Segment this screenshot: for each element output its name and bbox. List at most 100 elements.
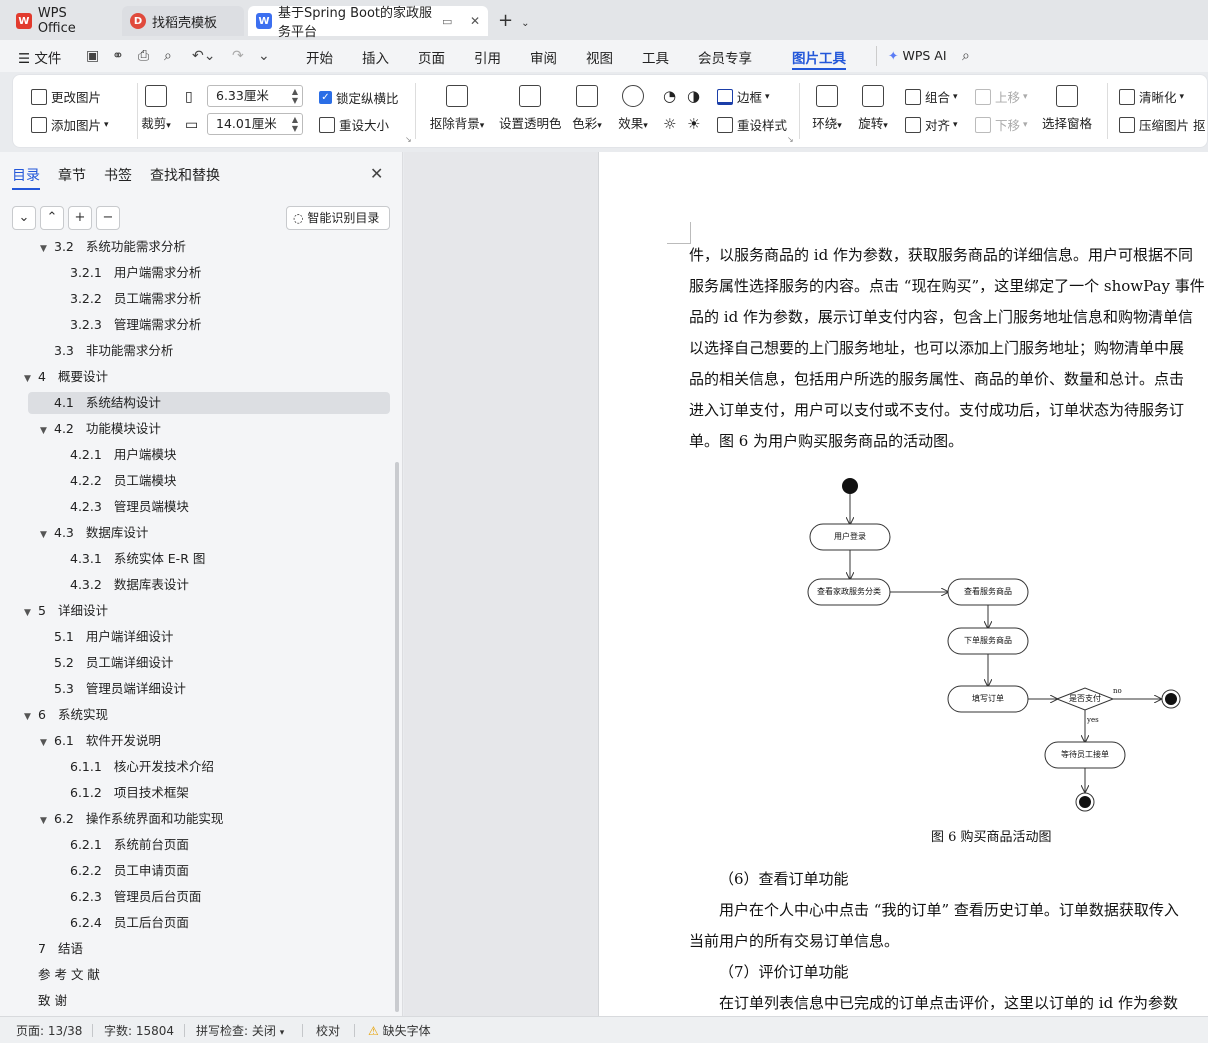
more-chevron-icon[interactable]: ⌄: [258, 48, 270, 64]
toc-item[interactable]: 4.2.1 用户端模块: [70, 444, 176, 466]
menu-picture-tools[interactable]: 图片工具: [792, 47, 846, 67]
expand-triangle-icon[interactable]: ▼: [40, 810, 54, 832]
toc-item[interactable]: 7 结语: [38, 938, 83, 960]
toc-item[interactable]: 5.2 员工端详细设计: [54, 652, 173, 674]
toc-item[interactable]: ▼ 6.1 软件开发说明: [40, 730, 161, 752]
wrap-button[interactable]: 环绕▾: [809, 85, 845, 132]
wps-ai-button[interactable]: ✦ WPS AI: [888, 48, 947, 63]
close-tab-icon[interactable]: ✕: [470, 14, 480, 28]
menu-member[interactable]: 会员专享: [698, 47, 752, 67]
toc-item[interactable]: 4.3.2 数据库表设计: [70, 574, 189, 596]
word-count[interactable]: 字数: 15804: [104, 1022, 174, 1039]
brightness-increase-icon[interactable]: ◔: [663, 87, 676, 105]
toc-item[interactable]: 3.2.2 员工端需求分析: [70, 288, 201, 310]
search-icon[interactable]: ⌕: [962, 48, 970, 64]
toc-item[interactable]: 5.3 管理员端详细设计: [54, 678, 186, 700]
move-up-button[interactable]: 上移 ▾: [975, 87, 1028, 106]
cutout-button[interactable]: 抠: [1193, 115, 1206, 134]
set-transparent-button[interactable]: 设置透明色: [499, 85, 562, 132]
spell-check-toggle[interactable]: 拼写检查: 关闭 ▾: [196, 1022, 284, 1039]
toc-item[interactable]: ▼ 4.2 功能模块设计: [40, 418, 161, 440]
toc-item[interactable]: 3.3 非功能需求分析: [54, 340, 173, 362]
activity-diagram[interactable]: [599, 152, 1208, 852]
selection-pane-button[interactable]: 选择窗格: [1041, 85, 1093, 132]
menu-insert[interactable]: 插入: [362, 47, 389, 67]
tab-wps-office[interactable]: W WPS Office: [8, 6, 116, 36]
toc-item[interactable]: 3.2.3 管理端需求分析: [70, 314, 201, 336]
toc-item[interactable]: ▼ 3.2 系统功能需求分析: [40, 238, 186, 258]
brightness-decrease-icon[interactable]: ◑: [687, 87, 700, 105]
change-picture-button[interactable]: 更改图片: [31, 87, 101, 106]
toc-item[interactable]: 5.1 用户端详细设计: [54, 626, 173, 648]
share-icon[interactable]: ⚭: [112, 48, 124, 64]
tab-find-replace[interactable]: 查找和替换: [150, 165, 220, 185]
toc-item[interactable]: 4.1 系统结构设计: [54, 392, 161, 414]
close-pane-icon[interactable]: ✕: [370, 164, 383, 183]
redo-icon[interactable]: ↷: [232, 48, 244, 64]
add-heading-button[interactable]: +: [68, 206, 92, 230]
color-button[interactable]: 色彩▾: [569, 85, 605, 132]
toc-item[interactable]: ▼ 6 系统实现: [24, 704, 108, 726]
toc-item[interactable]: 6.2.3 管理员后台页面: [70, 886, 201, 908]
file-menu[interactable]: ☰ 文件: [18, 47, 61, 67]
new-tab-button[interactable]: + ⌄: [498, 10, 529, 31]
toc-scrollbar[interactable]: [395, 462, 399, 1012]
missing-font-button[interactable]: ⚠ 缺失字体: [368, 1022, 431, 1039]
tab-chapters[interactable]: 章节: [58, 165, 86, 185]
expand-triangle-icon[interactable]: ▼: [40, 238, 54, 260]
reset-style-button[interactable]: 重设样式: [717, 115, 787, 134]
move-down-button[interactable]: 下移 ▾: [975, 115, 1028, 134]
reset-size-button[interactable]: 重设大小: [319, 115, 389, 134]
page-indicator[interactable]: 页面: 13/38: [16, 1022, 82, 1039]
toc-item[interactable]: 6.1.1 核心开发技术介绍: [70, 756, 214, 778]
toc-item[interactable]: 6.2.4 员工后台页面: [70, 912, 189, 934]
effect-button[interactable]: 效果▾: [615, 85, 651, 132]
tab-toc[interactable]: 目录: [12, 165, 40, 185]
collapse-button[interactable]: ⌄: [12, 206, 36, 230]
toc-item[interactable]: 6.2.1 系统前台页面: [70, 834, 189, 856]
remove-heading-button[interactable]: −: [96, 206, 120, 230]
menu-view[interactable]: 视图: [586, 47, 613, 67]
remove-background-button[interactable]: 抠除背景▾: [427, 85, 487, 132]
lock-ratio-checkbox[interactable]: ✓ 锁定纵横比: [319, 88, 399, 107]
clarify-button[interactable]: 清晰化 ▾: [1119, 87, 1184, 106]
expand-button[interactable]: ⌃: [40, 206, 64, 230]
toc-item[interactable]: 3.2.1 用户端需求分析: [70, 262, 201, 284]
crop-button[interactable]: 裁剪▾: [139, 85, 173, 132]
toc-item[interactable]: 6.2.2 员工申请页面: [70, 860, 189, 882]
contrast-decrease-icon[interactable]: ☀: [687, 115, 700, 133]
toc-item[interactable]: 致 谢: [38, 990, 67, 1012]
group-button[interactable]: 组合 ▾: [905, 87, 958, 106]
proofread-button[interactable]: 校对: [316, 1022, 340, 1039]
expand-triangle-icon[interactable]: ▼: [40, 420, 54, 442]
tab-document[interactable]: W 基于Spring Boot的家政服务平台 ▭ ✕: [248, 6, 488, 40]
toc-item[interactable]: ▼ 4.3 数据库设计: [40, 522, 148, 544]
menu-page[interactable]: 页面: [418, 47, 445, 67]
toc-item[interactable]: 4.2.2 员工端模块: [70, 470, 176, 492]
toc-item[interactable]: 参 考 文 献: [38, 964, 100, 986]
expand-triangle-icon[interactable]: ▼: [24, 602, 38, 624]
toc-item[interactable]: 4.3.1 系统实体 E-R 图: [70, 548, 205, 570]
toc-item[interactable]: ▼ 6.2 操作系统界面和功能实现: [40, 808, 223, 830]
expand-corner-icon[interactable]: ↘: [405, 135, 412, 144]
expand-corner-icon[interactable]: ↘: [787, 135, 794, 144]
menu-reference[interactable]: 引用: [474, 47, 501, 67]
expand-triangle-icon[interactable]: ▼: [24, 368, 38, 390]
compress-button[interactable]: 压缩图片: [1119, 115, 1189, 134]
contrast-increase-icon[interactable]: ☼: [663, 115, 676, 133]
toc-item[interactable]: 4.2.3 管理员端模块: [70, 496, 189, 518]
width-input[interactable]: 6.33厘米 ▲ ▼: [207, 85, 303, 107]
expand-triangle-icon[interactable]: ▼: [40, 732, 54, 754]
toc-item[interactable]: 6.1.2 项目技术框架: [70, 782, 189, 804]
print-icon[interactable]: ⎙: [138, 48, 149, 64]
expand-triangle-icon[interactable]: ▼: [40, 524, 54, 546]
align-button[interactable]: 对齐 ▾: [905, 115, 958, 134]
rotate-button[interactable]: 旋转▾: [855, 85, 891, 132]
tab-docer[interactable]: D 找稻壳模板: [122, 6, 244, 36]
menu-start[interactable]: 开始: [306, 47, 333, 67]
print-preview-icon[interactable]: ⌕: [164, 48, 172, 64]
save-icon[interactable]: ▣: [86, 48, 99, 64]
undo-icon[interactable]: ↶⌄: [192, 48, 215, 64]
menu-tools[interactable]: 工具: [642, 47, 669, 67]
toc-item[interactable]: ▼ 5 详细设计: [24, 600, 108, 622]
